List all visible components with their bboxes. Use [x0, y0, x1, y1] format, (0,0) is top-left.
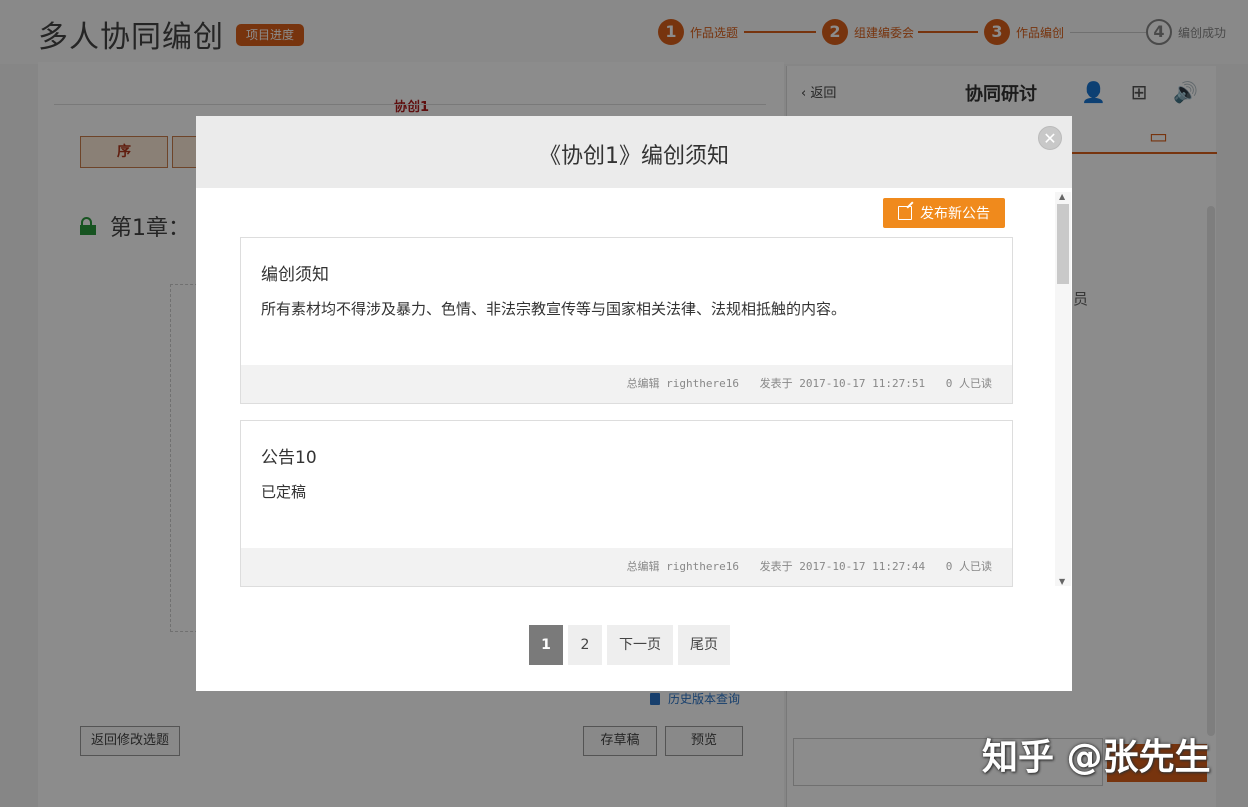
- close-icon[interactable]: ✕: [1038, 126, 1062, 150]
- modal-title: 《协创1》编创须知: [539, 144, 729, 169]
- notice-title: 编创须知: [261, 265, 329, 285]
- publish-notice-button[interactable]: 发布新公告: [883, 198, 1005, 228]
- notice-reads: 0 人已读: [945, 377, 992, 390]
- scroll-up-icon[interactable]: ▲: [1059, 192, 1065, 201]
- scroll-down-icon[interactable]: ▼: [1059, 577, 1065, 586]
- pagination: 1 2 下一页 尾页: [529, 625, 735, 665]
- page-1-button[interactable]: 1: [529, 625, 563, 665]
- notice-body: 已定稿: [261, 483, 307, 501]
- modal-scrollbar[interactable]: ▲ ▼: [1055, 192, 1071, 586]
- modal-header: 《协创1》编创须知 ✕: [196, 116, 1072, 188]
- publish-label: 发布新公告: [920, 206, 990, 222]
- notice-body: 所有素材均不得涉及暴力、色情、非法宗教宣传等与国家相关法律、法规相抵触的内容。: [261, 300, 847, 318]
- notice-meta: 总编辑 righthere16 发表于 2017-10-17 11:27:44 …: [241, 548, 1012, 586]
- notice-reads: 0 人已读: [945, 560, 992, 573]
- notice-title: 公告10: [261, 448, 317, 468]
- notice-author: 总编辑 righthere16: [626, 377, 740, 390]
- notice-date: 发表于 2017-10-17 11:27:51: [759, 377, 926, 390]
- watermark: 知乎 @张先生: [982, 737, 1211, 778]
- last-page-button[interactable]: 尾页: [678, 625, 730, 665]
- next-page-button[interactable]: 下一页: [607, 625, 673, 665]
- page-2-button[interactable]: 2: [568, 625, 602, 665]
- notice-date: 发表于 2017-10-17 11:27:44: [759, 560, 926, 573]
- notice-author: 总编辑 righthere16: [626, 560, 740, 573]
- notice-meta: 总编辑 righthere16 发表于 2017-10-17 11:27:51 …: [241, 365, 1012, 403]
- notice-card: 编创须知 所有素材均不得涉及暴力、色情、非法宗教宣传等与国家相关法律、法规相抵触…: [240, 237, 1013, 404]
- notice-modal: 《协创1》编创须知 ✕ 发布新公告 编创须知 所有素材均不得涉及暴力、色情、非法…: [196, 116, 1072, 691]
- scroll-thumb[interactable]: [1057, 204, 1069, 284]
- edit-icon: [898, 206, 912, 220]
- notice-card: 公告10 已定稿 总编辑 righthere16 发表于 2017-10-17 …: [240, 420, 1013, 587]
